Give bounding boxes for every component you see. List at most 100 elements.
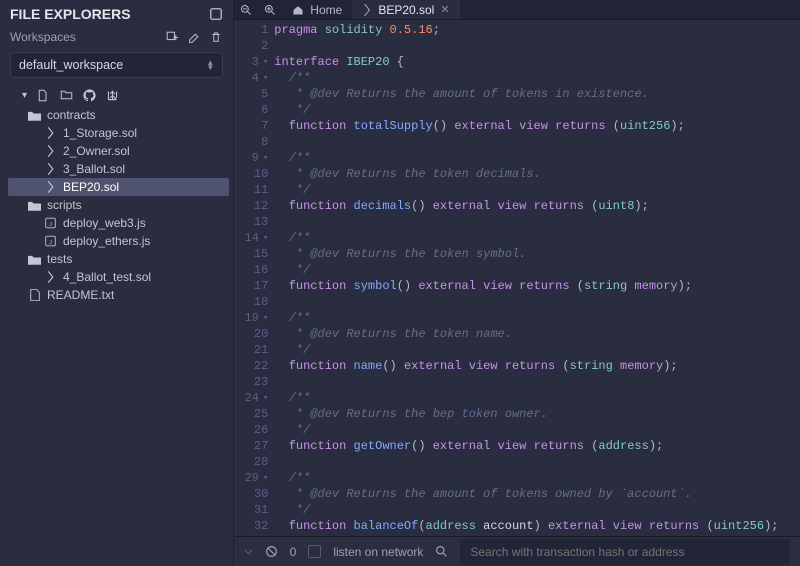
code-line xyxy=(274,294,800,310)
line-number: 28 xyxy=(234,454,268,470)
listen-checkbox[interactable] xyxy=(308,545,321,558)
line-number: 23 xyxy=(234,374,268,390)
link-icon[interactable] xyxy=(209,7,223,21)
line-number: 26 xyxy=(234,422,268,438)
tree-file[interactable]: 4_Ballot_test.sol xyxy=(8,268,229,286)
sol-icon xyxy=(44,271,57,284)
rename-workspace-icon[interactable] xyxy=(187,30,201,44)
line-number: 3 ▾ xyxy=(234,54,268,70)
panel-title: FILE EXPLORERS xyxy=(10,6,131,22)
tree-item-label: 4_Ballot_test.sol xyxy=(63,270,151,284)
tab-home[interactable]: Home xyxy=(282,0,352,19)
tree-file[interactable]: 2_Owner.sol xyxy=(8,142,229,160)
fold-icon[interactable]: ▾ xyxy=(263,310,268,326)
zoom-out-icon[interactable] xyxy=(234,4,258,16)
tab-active-file[interactable]: BEP20.sol ✕ xyxy=(352,0,459,19)
code-line: * @dev Returns the amount of tokens owne… xyxy=(274,486,800,502)
file-tree: contracts 1_Storage.sol 2_Owner.sol 3_Ballo… xyxy=(0,106,233,304)
tree-file[interactable]: BEP20.sol xyxy=(8,178,229,196)
tree-collapse-icon[interactable]: ▾ xyxy=(22,90,27,101)
fold-icon[interactable]: ▾ xyxy=(263,470,268,486)
code-line: pragma solidity 0.5.16; xyxy=(274,22,800,38)
code-line: /** xyxy=(274,150,800,166)
workspace-selected-value: default_workspace xyxy=(19,58,123,72)
tree-file[interactable]: Jdeploy_web3.js xyxy=(8,214,229,232)
line-number: 14 ▾ xyxy=(234,230,268,246)
tree-folder[interactable]: scripts xyxy=(8,196,229,214)
code-line xyxy=(274,38,800,54)
tree-item-label: tests xyxy=(47,252,72,266)
line-number: 16 xyxy=(234,262,268,278)
delete-workspace-icon[interactable] xyxy=(209,30,223,44)
block-icon[interactable] xyxy=(265,545,278,558)
close-tab-icon[interactable]: ✕ xyxy=(440,3,449,16)
tree-item-label: 2_Owner.sol xyxy=(63,144,130,158)
workspace-select[interactable]: default_workspace ▲▼ xyxy=(10,52,223,78)
tx-search-input[interactable] xyxy=(460,539,790,565)
line-number: 20 xyxy=(234,326,268,342)
listen-label: listen on network xyxy=(333,545,423,559)
code-editor[interactable]: 123 ▾4 ▾56789 ▾1011121314 ▾1516171819 ▾2… xyxy=(234,20,800,536)
tree-item-label: 3_Ballot.sol xyxy=(63,162,125,176)
line-number: 15 xyxy=(234,246,268,262)
line-number: 1 xyxy=(234,22,268,38)
svg-text:J: J xyxy=(49,222,52,228)
new-folder-icon[interactable] xyxy=(59,88,73,102)
line-number: 18 xyxy=(234,294,268,310)
create-workspace-icon[interactable] xyxy=(165,30,179,44)
code-line: function balanceOf(address account) exte… xyxy=(274,518,800,534)
tree-file[interactable]: Jdeploy_ethers.js xyxy=(8,232,229,250)
tree-file[interactable]: 1_Storage.sol xyxy=(8,124,229,142)
line-gutter: 123 ▾4 ▾56789 ▾1011121314 ▾1516171819 ▾2… xyxy=(234,20,274,536)
code-line: * @dev Returns the amount of tokens in e… xyxy=(274,86,800,102)
tree-file[interactable]: 3_Ballot.sol xyxy=(8,160,229,178)
line-number: 25 xyxy=(234,406,268,422)
code-line: function name() external view returns (s… xyxy=(274,358,800,374)
new-file-icon[interactable] xyxy=(36,88,50,102)
tree-item-label: README.txt xyxy=(47,288,114,302)
fold-icon[interactable]: ▾ xyxy=(263,390,268,406)
code-line: */ xyxy=(274,102,800,118)
tree-file[interactable]: README.txt xyxy=(8,286,229,304)
tree-item-label: deploy_web3.js xyxy=(63,216,146,230)
code-line: * @dev Returns the token name. xyxy=(274,326,800,342)
editor-tabs: Home BEP20.sol ✕ xyxy=(234,0,800,20)
code-line: function totalSupply() external view ret… xyxy=(274,118,800,134)
tree-folder[interactable]: contracts xyxy=(8,106,229,124)
fold-icon[interactable]: ▾ xyxy=(263,150,268,166)
code-line: */ xyxy=(274,342,800,358)
code-content: pragma solidity 0.5.16; interface IBEP20… xyxy=(274,20,800,536)
code-line: /** xyxy=(274,470,800,486)
fold-icon[interactable]: ▾ xyxy=(263,54,268,70)
gist-icon[interactable] xyxy=(105,88,119,102)
code-line: */ xyxy=(274,182,800,198)
sol-icon xyxy=(44,127,57,140)
code-line: function decimals() external view return… xyxy=(274,198,800,214)
tab-home-label: Home xyxy=(310,3,342,17)
line-number: 5 xyxy=(234,86,268,102)
line-number: 17 xyxy=(234,278,268,294)
code-line: */ xyxy=(274,502,800,518)
github-icon[interactable] xyxy=(82,88,96,102)
line-number: 7 xyxy=(234,118,268,134)
terminal-bar: ⌵ 0 listen on network xyxy=(234,536,800,566)
chevron-down-icon[interactable]: ⌵ xyxy=(244,545,252,558)
fold-icon[interactable]: ▾ xyxy=(263,230,268,246)
tree-item-label: 1_Storage.sol xyxy=(63,126,137,140)
js-icon: J xyxy=(44,217,57,230)
svg-text:J: J xyxy=(49,240,52,246)
tree-item-label: deploy_ethers.js xyxy=(63,234,150,248)
tree-folder[interactable]: tests xyxy=(8,250,229,268)
fold-icon[interactable]: ▾ xyxy=(263,70,268,86)
folder-icon xyxy=(28,109,41,122)
pending-count: 0 xyxy=(290,545,297,559)
code-line: function symbol() external view returns … xyxy=(274,278,800,294)
tree-item-label: contracts xyxy=(47,108,96,122)
search-icon[interactable] xyxy=(435,545,448,558)
line-number: 13 xyxy=(234,214,268,230)
folder-icon xyxy=(28,253,41,266)
code-line: /** xyxy=(274,70,800,86)
code-line: /** xyxy=(274,230,800,246)
sol-icon xyxy=(44,145,57,158)
zoom-in-icon[interactable] xyxy=(258,4,282,16)
